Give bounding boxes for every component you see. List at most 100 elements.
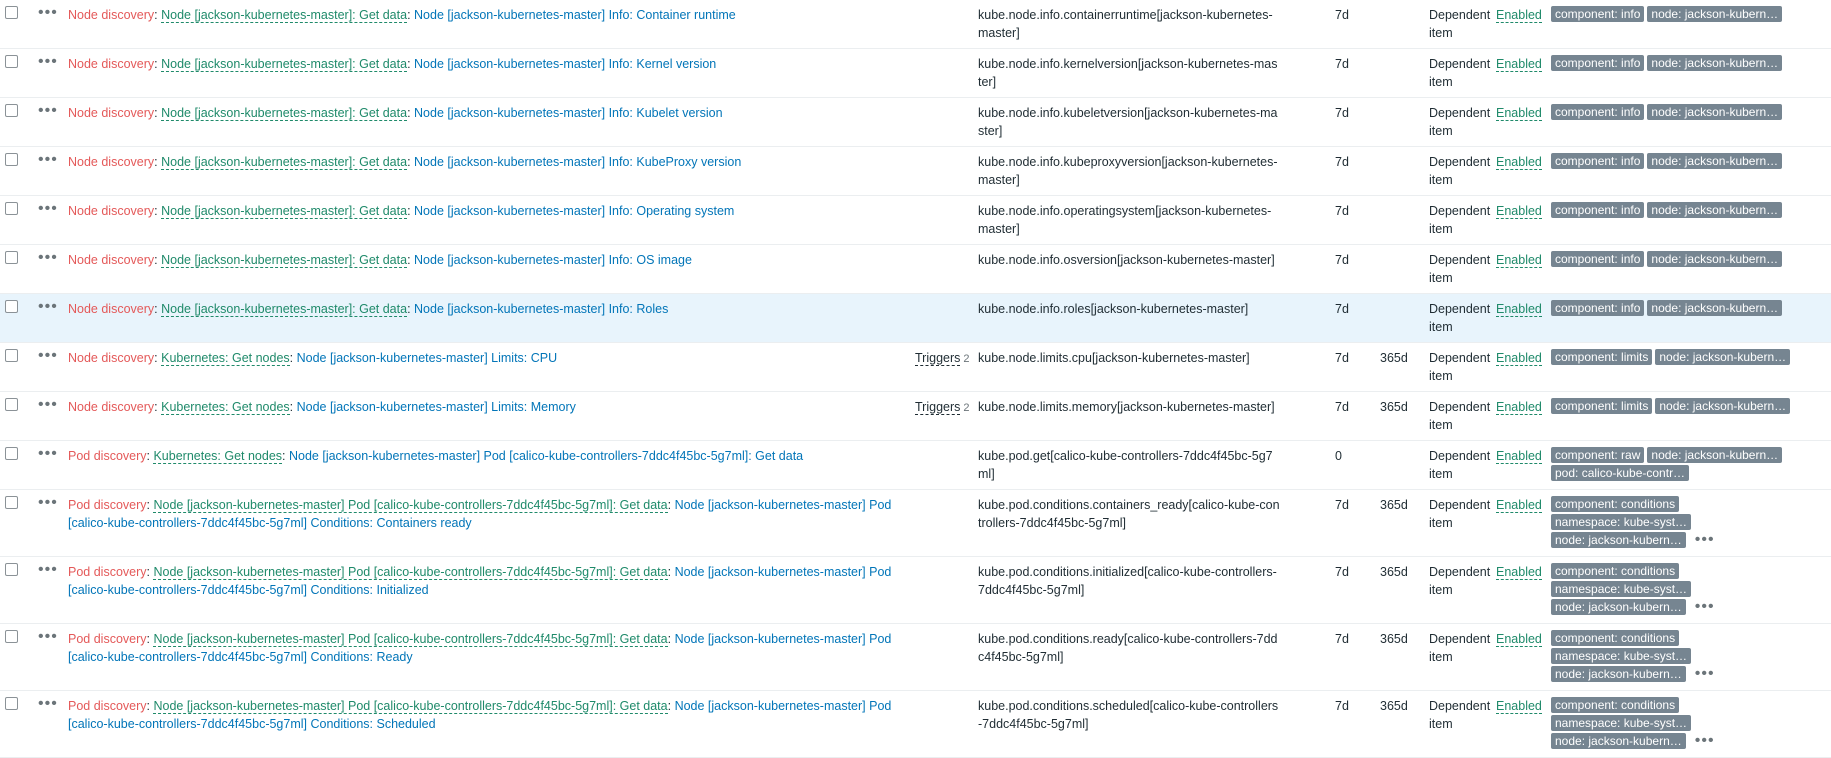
master-item-link[interactable]: Node [jackson-kubernetes-master] Pod [ca… <box>153 565 668 580</box>
tag-badge[interactable]: component: info <box>1551 251 1645 267</box>
master-item-link[interactable]: Kubernetes: Get nodes <box>161 351 290 366</box>
more-actions-icon[interactable]: ••• <box>38 298 58 316</box>
item-link[interactable]: Node [jackson-kubernetes-master] Info: O… <box>414 204 734 218</box>
status-toggle[interactable]: Enabled <box>1496 697 1542 714</box>
discovery-rule-link[interactable]: Node discovery <box>68 106 154 120</box>
master-item-link[interactable]: Node [jackson-kubernetes-master]: Get da… <box>161 106 408 121</box>
status-toggle[interactable]: Enabled <box>1496 251 1542 268</box>
tag-badge[interactable]: component: conditions <box>1551 496 1680 512</box>
more-actions-icon[interactable]: ••• <box>38 4 58 22</box>
more-actions-icon[interactable]: ••• <box>38 249 58 267</box>
row-checkbox[interactable] <box>5 104 18 117</box>
tag-badge[interactable]: node: jackson-kubern… <box>1647 104 1783 120</box>
discovery-rule-link[interactable]: Pod discovery <box>68 449 147 463</box>
tag-badge[interactable]: node: jackson-kubern… <box>1647 300 1783 316</box>
discovery-rule-link[interactable]: Node discovery <box>68 253 154 267</box>
row-checkbox[interactable] <box>5 447 18 460</box>
tag-badge[interactable]: component: info <box>1551 202 1645 218</box>
discovery-rule-link[interactable]: Pod discovery <box>68 632 147 646</box>
tag-badge[interactable]: component: info <box>1551 300 1645 316</box>
row-checkbox[interactable] <box>5 398 18 411</box>
discovery-rule-link[interactable]: Node discovery <box>68 155 154 169</box>
more-actions-icon[interactable]: ••• <box>38 200 58 218</box>
tag-badge[interactable]: pod: calico-kube-contr… <box>1551 465 1690 481</box>
row-checkbox[interactable] <box>5 349 18 362</box>
status-toggle[interactable]: Enabled <box>1496 496 1542 513</box>
item-link[interactable]: Node [jackson-kubernetes-master] Pod [ca… <box>289 449 803 463</box>
more-actions-icon[interactable]: ••• <box>38 561 58 579</box>
status-toggle[interactable]: Enabled <box>1496 563 1542 580</box>
more-actions-icon[interactable]: ••• <box>38 695 58 713</box>
item-link[interactable]: Node [jackson-kubernetes-master] Limits:… <box>297 351 558 365</box>
tag-badge[interactable]: component: info <box>1551 55 1645 71</box>
row-checkbox[interactable] <box>5 202 18 215</box>
status-toggle[interactable]: Enabled <box>1496 447 1542 464</box>
row-checkbox[interactable] <box>5 153 18 166</box>
item-link[interactable]: Node [jackson-kubernetes-master] Info: K… <box>414 155 741 169</box>
row-checkbox[interactable] <box>5 697 18 710</box>
tag-badge[interactable]: component: info <box>1551 153 1645 169</box>
more-tags-icon[interactable]: ••• <box>1695 599 1715 615</box>
item-link[interactable]: Node [jackson-kubernetes-master] Info: K… <box>414 57 716 71</box>
tag-badge[interactable]: component: info <box>1551 6 1645 22</box>
more-actions-icon[interactable]: ••• <box>38 53 58 71</box>
more-actions-icon[interactable]: ••• <box>38 494 58 512</box>
discovery-rule-link[interactable]: Node discovery <box>68 8 154 22</box>
tag-badge[interactable]: node: jackson-kubern… <box>1647 6 1783 22</box>
tag-badge[interactable]: node: jackson-kubern… <box>1551 666 1686 682</box>
discovery-rule-link[interactable]: Node discovery <box>68 204 154 218</box>
tag-badge[interactable]: node: jackson-kubern… <box>1647 202 1783 218</box>
row-checkbox[interactable] <box>5 300 18 313</box>
status-toggle[interactable]: Enabled <box>1496 153 1542 170</box>
item-link[interactable]: Node [jackson-kubernetes-master] Limits:… <box>297 400 576 414</box>
more-actions-icon[interactable]: ••• <box>38 151 58 169</box>
tag-badge[interactable]: node: jackson-kubern… <box>1551 599 1686 615</box>
discovery-rule-link[interactable]: Pod discovery <box>68 565 147 579</box>
tag-badge[interactable]: node: jackson-kubern… <box>1647 55 1783 71</box>
master-item-link[interactable]: Node [jackson-kubernetes-master]: Get da… <box>161 253 408 268</box>
tag-badge[interactable]: component: conditions <box>1551 563 1680 579</box>
status-toggle[interactable]: Enabled <box>1496 300 1542 317</box>
tag-badge[interactable]: node: jackson-kubern… <box>1655 398 1791 414</box>
tag-badge[interactable]: namespace: kube-syst… <box>1551 581 1692 597</box>
master-item-link[interactable]: Node [jackson-kubernetes-master]: Get da… <box>161 57 408 72</box>
tag-badge[interactable]: component: conditions <box>1551 630 1680 646</box>
row-checkbox[interactable] <box>5 251 18 264</box>
more-tags-icon[interactable]: ••• <box>1695 666 1715 682</box>
discovery-rule-link[interactable]: Node discovery <box>68 400 154 414</box>
item-link[interactable]: Node [jackson-kubernetes-master] Info: K… <box>414 106 723 120</box>
more-actions-icon[interactable]: ••• <box>38 396 58 414</box>
row-checkbox[interactable] <box>5 6 18 19</box>
tag-badge[interactable]: node: jackson-kubern… <box>1551 532 1686 548</box>
more-actions-icon[interactable]: ••• <box>38 628 58 646</box>
item-link[interactable]: Node [jackson-kubernetes-master] Info: O… <box>414 253 692 267</box>
status-toggle[interactable]: Enabled <box>1496 202 1542 219</box>
status-toggle[interactable]: Enabled <box>1496 398 1542 415</box>
status-toggle[interactable]: Enabled <box>1496 349 1542 366</box>
master-item-link[interactable]: Node [jackson-kubernetes-master] Pod [ca… <box>153 632 668 647</box>
triggers-link[interactable]: Triggers <box>915 400 961 415</box>
tag-badge[interactable]: node: jackson-kubern… <box>1655 349 1791 365</box>
master-item-link[interactable]: Kubernetes: Get nodes <box>153 449 283 464</box>
item-link[interactable]: Node [jackson-kubernetes-master] Info: C… <box>414 8 736 22</box>
tag-badge[interactable]: namespace: kube-syst… <box>1551 715 1692 731</box>
more-actions-icon[interactable]: ••• <box>38 445 58 463</box>
master-item-link[interactable]: Kubernetes: Get nodes <box>161 400 290 415</box>
row-checkbox[interactable] <box>5 630 18 643</box>
master-item-link[interactable]: Node [jackson-kubernetes-master]: Get da… <box>161 302 408 317</box>
tag-badge[interactable]: node: jackson-kubern… <box>1647 153 1783 169</box>
discovery-rule-link[interactable]: Pod discovery <box>68 498 147 512</box>
status-toggle[interactable]: Enabled <box>1496 630 1542 647</box>
discovery-rule-link[interactable]: Node discovery <box>68 351 154 365</box>
tag-badge[interactable]: component: limits <box>1551 349 1653 365</box>
status-toggle[interactable]: Enabled <box>1496 104 1542 121</box>
master-item-link[interactable]: Node [jackson-kubernetes-master] Pod [ca… <box>153 498 668 513</box>
more-tags-icon[interactable]: ••• <box>1695 532 1715 548</box>
master-item-link[interactable]: Node [jackson-kubernetes-master]: Get da… <box>161 8 408 23</box>
tag-badge[interactable]: node: jackson-kubern… <box>1647 251 1783 267</box>
more-tags-icon[interactable]: ••• <box>1695 733 1715 749</box>
status-toggle[interactable]: Enabled <box>1496 6 1542 23</box>
more-actions-icon[interactable]: ••• <box>38 347 58 365</box>
tag-badge[interactable]: node: jackson-kubern… <box>1551 733 1686 749</box>
tag-badge[interactable]: component: limits <box>1551 398 1653 414</box>
